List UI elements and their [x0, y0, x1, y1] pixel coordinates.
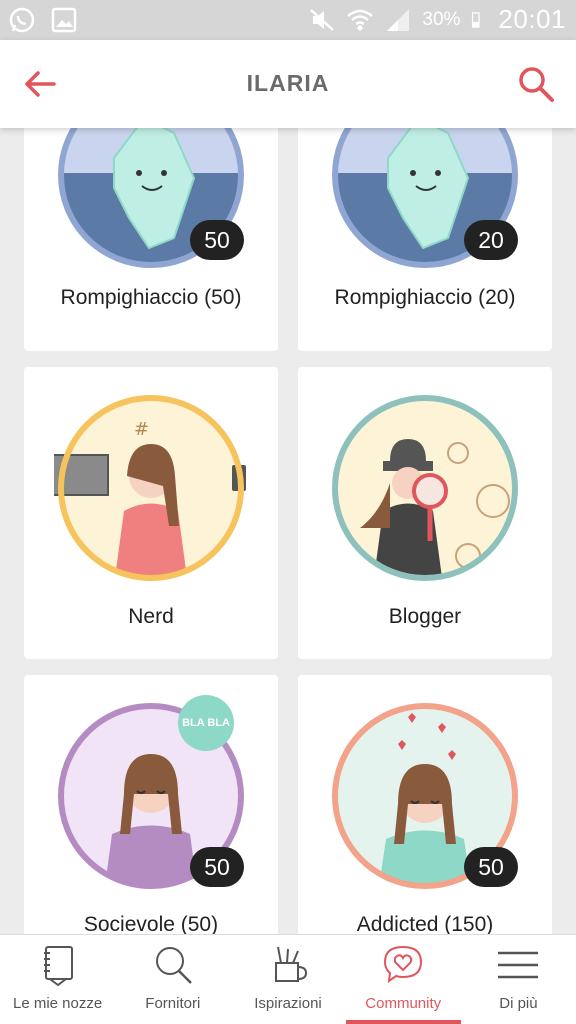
badge-card[interactable]: 20 Rompighiaccio (20)	[298, 128, 552, 351]
blogger-badge-icon	[332, 395, 518, 581]
nav-item-fornitori[interactable]: Fornitori	[115, 935, 230, 1024]
badge-label: Addicted (150)	[356, 913, 494, 934]
nav-item-community[interactable]: Community	[345, 935, 461, 1024]
nav-label: Community	[365, 995, 442, 1012]
bubble-text: BLA BLA	[182, 717, 230, 729]
notebook-icon	[43, 946, 73, 987]
bottom-navigation: Le mie nozze Fornitori Ispirazioni Commu…	[0, 934, 576, 1024]
nav-item-le-mie-nozze[interactable]: Le mie nozze	[0, 935, 115, 1024]
search-icon[interactable]	[516, 64, 556, 104]
whatsapp-icon	[9, 7, 35, 33]
speech-bubble-icon: BLA BLA	[178, 695, 234, 751]
signal-icon	[387, 8, 410, 31]
badge-label: Rompighiaccio (20)	[334, 286, 516, 309]
badge-count: 20	[464, 220, 518, 260]
nav-item-ispirazioni[interactable]: Ispirazioni	[230, 935, 345, 1024]
search-icon	[155, 947, 192, 984]
badge-grid: 50 Rompighiaccio (50) 20 Rompighiaccio (…	[0, 128, 576, 934]
badge-count: 50	[190, 220, 244, 260]
badge-card[interactable]: 50 Addicted (150)	[298, 675, 552, 934]
status-bar: 30% 20:01	[0, 0, 576, 40]
active-tab-indicator	[345, 1020, 461, 1024]
badge-label: Blogger	[388, 605, 462, 628]
app-header: ILARIA	[0, 40, 576, 128]
svg-text:#: #	[134, 419, 149, 440]
badge-card[interactable]: Blogger	[298, 367, 552, 659]
badge-count: 50	[190, 847, 244, 887]
badge-label: Nerd	[128, 605, 174, 628]
badge-card[interactable]: # Nerd	[24, 367, 278, 659]
badge-label: Socievole (50)	[83, 913, 219, 934]
battery-text: 30%	[422, 8, 461, 30]
nav-label: Le mie nozze	[12, 995, 103, 1012]
nav-label: Di più	[499, 995, 538, 1012]
badge-count: 50	[464, 847, 518, 887]
badge-label: Rompighiaccio (50)	[60, 286, 242, 309]
nav-item-di-piu[interactable]: Di più	[461, 935, 576, 1024]
page-title: ILARIA	[246, 70, 330, 96]
wifi-icon	[347, 9, 374, 30]
clock: 20:01	[498, 4, 566, 34]
heart-bubble-icon	[384, 945, 423, 984]
mute-icon	[310, 8, 335, 31]
battery-icon	[472, 11, 481, 28]
pencil-cup-icon	[275, 946, 308, 982]
badge-card[interactable]: 50 Rompighiaccio (50)	[24, 128, 278, 351]
gallery-icon	[51, 7, 77, 33]
badge-card[interactable]: BLA BLA 50 Socievole (50)	[24, 675, 278, 934]
nerd-badge-icon: #	[54, 395, 246, 581]
nav-label: Fornitori	[145, 995, 201, 1012]
nav-label: Ispirazioni	[254, 995, 322, 1012]
menu-icon	[498, 951, 539, 979]
